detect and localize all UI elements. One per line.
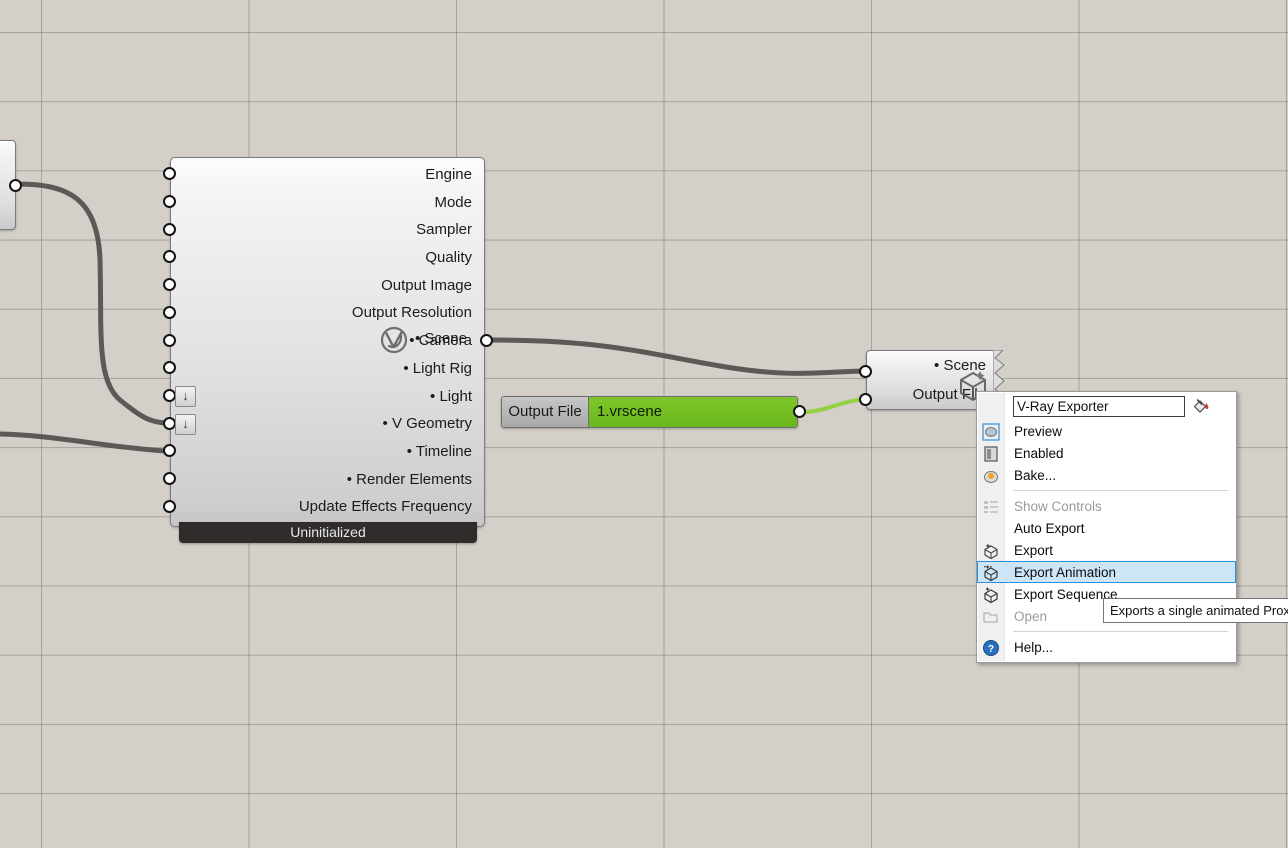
upstream-node-stub[interactable]: [0, 140, 22, 230]
param-collapse-arrow-icon[interactable]: ↓: [175, 413, 196, 435]
node-param-label: • Render Elements: [346, 470, 472, 488]
main-node-scene-output-port[interactable]: [480, 334, 493, 347]
context-menu-item-label: Auto Export: [1014, 520, 1085, 536]
node-param-label: Mode: [434, 193, 472, 211]
main-node-scene-output-label: • Scene: [415, 330, 467, 347]
node-param-label: Output Resolution: [351, 304, 472, 322]
node-input-port[interactable]: [163, 195, 176, 209]
context-menu-item[interactable]: Export: [977, 539, 1236, 561]
node-param-row: Output Image: [171, 272, 484, 300]
node-param-label: • Timeline: [406, 442, 472, 460]
context-menu-item-label: Open: [1014, 608, 1048, 624]
node-param-label: Quality: [425, 249, 472, 267]
node-input-port[interactable]: [163, 305, 176, 319]
node-input-port[interactable]: [163, 472, 176, 486]
output-file-value[interactable]: 1.vrscene: [589, 397, 797, 427]
menu-item-tooltip: Exports a single animated Proxy M: [1103, 598, 1288, 623]
context-menu-name-row: [977, 392, 1236, 420]
context-menu-item[interactable]: ? Help...: [977, 636, 1236, 658]
node-name-input[interactable]: [1013, 395, 1185, 417]
node-param-row: Engine: [171, 161, 484, 189]
node-param-label: • Light: [430, 387, 472, 405]
node-param-row: • Light: [171, 383, 484, 411]
param-collapse-arrow-icon[interactable]: ↓: [175, 385, 196, 407]
context-menu-item[interactable]: Preview: [977, 420, 1236, 442]
context-menu-item-label: Show Controls: [1014, 498, 1102, 514]
folder-open-icon: [982, 608, 1000, 626]
context-menu-item[interactable]: Export Animation: [977, 561, 1236, 583]
node-param-label: • V Geometry: [382, 415, 472, 433]
node-status-bar: Uninitialized: [179, 522, 477, 543]
enabled-icon: [982, 445, 1000, 463]
none: [982, 520, 1000, 538]
context-menu-item-label: Preview: [1014, 423, 1063, 439]
node-param-row: Output Resolution: [171, 299, 484, 327]
context-menu-separator: [1013, 631, 1228, 632]
context-menu-item[interactable]: Enabled: [977, 442, 1236, 464]
node-port-output[interactable]: [9, 179, 22, 192]
exporter-output-file-input-port[interactable]: [859, 393, 872, 406]
node-param-row: • Timeline: [171, 438, 484, 466]
context-menu-item: Show Controls: [977, 495, 1236, 517]
context-menu-item-label: Export Animation: [1014, 564, 1117, 580]
paint-bucket-icon[interactable]: [1191, 396, 1211, 416]
node-editor-canvas[interactable]: Engine Mode Sampler Quality Output Image Outp…: [0, 0, 1288, 848]
node-param-row: • Light Rig: [171, 355, 484, 383]
node-param-row: • Render Elements: [171, 466, 484, 494]
vray-logo-icon: [380, 326, 408, 354]
exporter-scene-input-port[interactable]: [859, 365, 872, 378]
context-menu-item[interactable]: Auto Export: [977, 517, 1236, 539]
node-param-row: • V Geometry: [171, 410, 484, 438]
context-menu-item-label: Bake...: [1014, 467, 1057, 483]
node-param-label: Output Image: [381, 276, 472, 294]
node-input-port[interactable]: [163, 333, 176, 347]
bake-icon: [982, 467, 1000, 485]
node-param-row: Sampler: [171, 216, 484, 244]
output-file-label: Output File: [502, 397, 589, 427]
show-controls-icon: [982, 498, 1000, 516]
svg-text:?: ?: [988, 643, 994, 655]
node-param-label: Sampler: [416, 221, 472, 239]
context-menu-separator: [1013, 490, 1228, 491]
export-sequence-icon: [982, 586, 1000, 604]
help-icon: ?: [982, 639, 1000, 657]
export-icon: [982, 542, 1000, 560]
context-menu-item-label: Enabled: [1014, 445, 1064, 461]
output-file-value-node[interactable]: Output File 1.vrscene: [501, 396, 798, 428]
node-param-label: Engine: [425, 166, 472, 183]
node-param-row: Update Effects Frequency: [171, 493, 484, 521]
node-input-port[interactable]: [163, 222, 176, 236]
node-input-port[interactable]: [163, 499, 176, 513]
node-param-label: Update Effects Frequency: [298, 498, 472, 516]
context-menu-item[interactable]: Bake...: [977, 464, 1236, 486]
node-param-label: • Light Rig: [403, 359, 472, 377]
export-animation-icon: [982, 564, 1000, 582]
context-menu-item-label: Export: [1014, 542, 1054, 558]
node-param-row: Quality: [171, 244, 484, 272]
preview-icon: [982, 423, 1000, 441]
node-param-row: Mode: [171, 189, 484, 217]
output-file-output-port[interactable]: [793, 405, 806, 418]
context-menu-item-label: Help...: [1014, 639, 1054, 655]
